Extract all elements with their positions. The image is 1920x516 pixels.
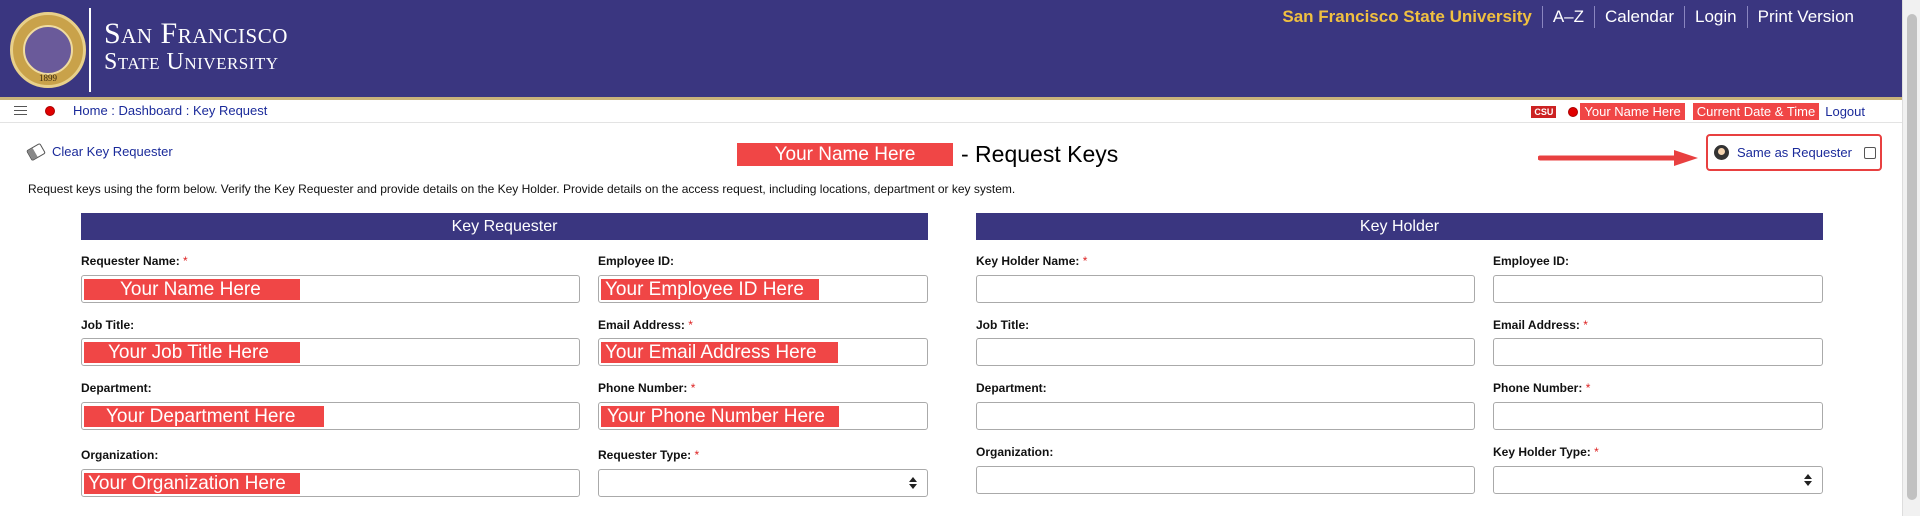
holder-name-label: Key Holder Name: * [976, 254, 1088, 268]
requester-phone-label: Phone Number: * [598, 381, 696, 395]
menu-list-icon[interactable] [14, 106, 27, 117]
holder-department-label: Department: [976, 381, 1047, 395]
select-arrows-icon [909, 477, 917, 489]
holder-employee-id-field[interactable] [1493, 275, 1823, 303]
user-status-dot-icon [1568, 106, 1579, 117]
key-requester-heading: Key Requester [81, 213, 928, 240]
current-datetime: Current Date & Time [1692, 103, 1820, 120]
requester-employee-id-field[interactable]: Your Employee ID Here [598, 275, 928, 303]
logo-line1[interactable]: San Francisco [104, 17, 288, 51]
breadcrumb[interactable]: Home : Dashboard : Key Request [73, 103, 267, 118]
requester-job-title-label: Job Title: [81, 318, 135, 332]
holder-type-label: Key Holder Type: * [1493, 445, 1599, 459]
requester-name-field[interactable]: Your Name Here [81, 275, 580, 303]
holder-phone-label: Phone Number: * [1493, 381, 1591, 395]
select-arrows-icon [1804, 474, 1812, 486]
nav-print-version-link[interactable]: Print Version [1746, 6, 1864, 28]
person-icon [1714, 145, 1729, 160]
requester-department-label: Department: [81, 381, 152, 395]
key-requester-panel: Key Requester Requester Name: * Your Nam… [81, 213, 928, 497]
clear-key-requester-link[interactable]: Clear Key Requester [26, 142, 173, 161]
same-as-requester-label[interactable]: Same as Requester [1737, 145, 1852, 160]
requester-organization-label: Organization: [81, 448, 159, 462]
holder-organization-label: Organization: [976, 445, 1054, 459]
status-dot-icon [45, 106, 55, 116]
nav-a-z-link[interactable]: A–Z [1541, 6, 1594, 28]
vertical-scrollbar[interactable] [1902, 0, 1920, 516]
requester-name-label: Requester Name: * [81, 254, 188, 268]
holder-department-field[interactable] [976, 402, 1475, 430]
nav-login-link[interactable]: Login [1684, 6, 1747, 28]
requester-email-field[interactable]: Your Email Address Here [598, 338, 928, 366]
page-title: Your Name Here - Request Keys [737, 141, 1118, 168]
holder-job-title-label: Job Title: [976, 318, 1030, 332]
holder-email-label: Email Address: * [1493, 318, 1588, 332]
eraser-icon [26, 142, 46, 161]
title-user-name: Your Name Here [737, 143, 953, 166]
csu-logo-icon: CSU [1531, 105, 1557, 118]
holder-email-field[interactable] [1493, 338, 1823, 366]
holder-organization-field[interactable] [976, 466, 1475, 494]
instructions-text: Request keys using the form below. Verif… [28, 182, 1016, 196]
requester-job-title-field[interactable]: Your Job Title Here [81, 338, 580, 366]
requester-employee-id-label: Employee ID: [598, 254, 675, 268]
nav-calendar-link[interactable]: Calendar [1594, 6, 1684, 28]
nav-sfsu-link[interactable]: San Francisco State University [1272, 6, 1541, 28]
university-seal-icon: 1899 [10, 12, 86, 88]
holder-employee-id-label: Employee ID: [1493, 254, 1570, 268]
same-as-requester-toggle[interactable]: Same as Requester [1706, 134, 1882, 171]
requester-type-select[interactable] [598, 469, 928, 497]
logo-divider [89, 8, 91, 92]
requester-department-field[interactable]: Your Department Here [81, 402, 580, 430]
top-nav: San Francisco State University A–Z Calen… [1272, 6, 1864, 28]
scrollbar-thumb[interactable] [1907, 14, 1917, 500]
user-name: Your Name Here [1580, 103, 1685, 120]
clear-key-requester-label: Clear Key Requester [52, 144, 173, 159]
breadcrumb-bar: Home : Dashboard : Key Request CSU Your … [0, 100, 1902, 123]
holder-name-field[interactable] [976, 275, 1475, 303]
seal-year: 1899 [39, 73, 57, 83]
holder-job-title-field[interactable] [976, 338, 1475, 366]
key-holder-panel: Key Holder Key Holder Name: * Employee I… [976, 213, 1823, 494]
title-suffix: - Request Keys [961, 141, 1119, 167]
same-as-requester-checkbox[interactable] [1863, 146, 1876, 159]
requester-type-label: Requester Type: * [598, 448, 700, 462]
requester-organization-field[interactable]: Your Organization Here [81, 469, 580, 497]
pointer-arrow-icon [1538, 150, 1698, 166]
logo-line2[interactable]: State University [104, 49, 279, 76]
site-header: 1899 San Francisco State University San … [0, 0, 1902, 97]
key-holder-heading: Key Holder [976, 213, 1823, 240]
logout-link[interactable]: Logout [1825, 104, 1865, 119]
page: 1899 San Francisco State University San … [0, 0, 1920, 516]
user-info: CSU Your Name Here Current Date & Time L… [1531, 103, 1865, 120]
holder-type-select[interactable] [1493, 466, 1823, 494]
requester-phone-field[interactable]: Your Phone Number Here [598, 402, 928, 430]
requester-email-label: Email Address: * [598, 318, 693, 332]
holder-phone-field[interactable] [1493, 402, 1823, 430]
